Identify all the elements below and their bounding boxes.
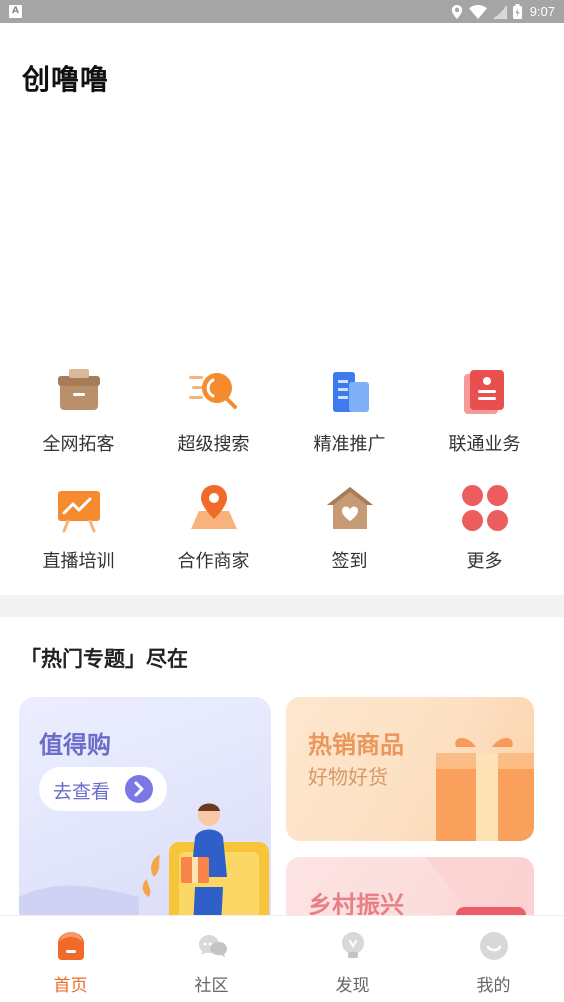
tab-label: 发现: [335, 976, 370, 996]
location-icon: [451, 4, 462, 19]
status-icons: 9:07: [451, 3, 555, 20]
app-title: 创噜噜: [22, 63, 110, 96]
home-icon: [58, 932, 84, 960]
map-pin-icon: [191, 485, 237, 529]
gift-box-illustration: [436, 737, 534, 841]
clock: 9:07: [529, 4, 555, 19]
grid-item-full-network[interactable]: 全网拓客: [8, 360, 149, 470]
grid-item-label: 联通业务: [448, 434, 521, 455]
grid-item-more[interactable]: 更多: [414, 477, 555, 587]
grid-item-label: 超级搜索: [177, 434, 250, 455]
grid-item-label: 全网拓客: [42, 434, 115, 455]
search-icon: [189, 373, 237, 409]
tab-home[interactable]: 首页: [0, 916, 141, 1002]
tab-community[interactable]: 社区: [141, 916, 282, 1002]
profile-icon: [480, 932, 508, 960]
app-notification-icon: A: [9, 5, 22, 18]
tab-label: 社区: [194, 976, 229, 996]
house-heart-icon: [327, 487, 373, 529]
grid-item-check-in[interactable]: 签到: [279, 477, 420, 587]
grid-item-label: 合作商家: [177, 551, 250, 572]
section-divider: [0, 595, 564, 617]
shopping-person-illustration: [19, 803, 269, 927]
status-bar: A 9:07: [0, 0, 564, 23]
grid-item-unicom-business[interactable]: 联通业务: [414, 360, 555, 470]
tab-label: 我的: [476, 976, 511, 996]
wifi-icon: [468, 4, 487, 19]
chat-icon: [199, 935, 227, 957]
tab-profile[interactable]: 我的: [423, 916, 564, 1002]
grid-item-precise-promotion[interactable]: 精准推广: [279, 360, 420, 470]
grid-item-label: 更多: [466, 551, 503, 572]
grid-item-partners[interactable]: 合作商家: [143, 477, 284, 587]
grid-item-live-training[interactable]: 直播培训: [8, 477, 149, 587]
tab-label: 首页: [53, 976, 88, 996]
grid-item-label: 直播培训: [42, 551, 115, 572]
grid-item-label: 签到: [331, 551, 368, 572]
signal-icon: [492, 4, 507, 19]
more-icon: [462, 485, 508, 531]
box-icon: [58, 369, 100, 410]
section-title: 「热门专题」尽在: [20, 647, 188, 671]
grid-item-super-search[interactable]: 超级搜索: [143, 360, 284, 470]
document-icon: [464, 370, 504, 414]
card-hot-goods[interactable]: 热销商品 好物好货: [286, 697, 534, 841]
live-board-icon: [58, 491, 100, 533]
bottom-tab-bar: 首页 社区 发现 我的: [0, 915, 564, 1002]
tab-discover[interactable]: 发现: [282, 916, 423, 1002]
battery-icon: [512, 4, 522, 19]
card-worth-buy[interactable]: 值得购 去查看: [19, 697, 271, 927]
bulb-icon: [342, 932, 364, 958]
grid-item-label: 精准推广: [313, 434, 386, 455]
building-icon: [333, 372, 369, 412]
